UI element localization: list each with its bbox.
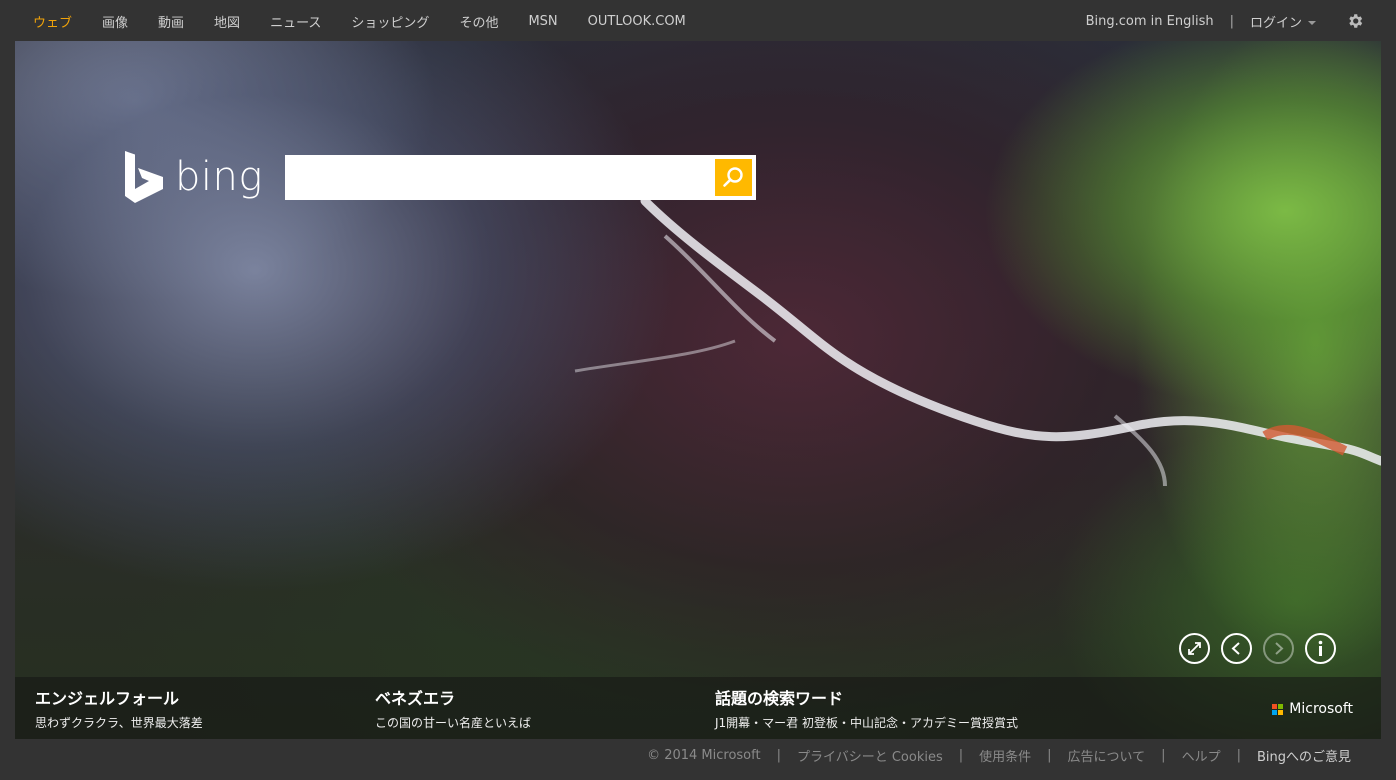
chevron-right-icon	[1275, 642, 1284, 655]
nav-item-shopping[interactable]: ショッピング	[351, 12, 429, 31]
chevron-left-icon	[1231, 642, 1240, 655]
caption-subtitle: J1開幕・マー君 初登板・中山記念・アカデミー賞授賞式	[715, 716, 1018, 730]
nav-item-maps[interactable]: 地図	[214, 12, 240, 31]
login-button[interactable]: ログイン	[1250, 12, 1316, 31]
image-controls	[1168, 633, 1336, 664]
footer-copyright: © 2014 Microsoft	[647, 748, 761, 763]
search-icon	[723, 167, 744, 187]
nav-item-more[interactable]: その他	[459, 12, 498, 31]
caption-trending[interactable]: 話題の検索ワード J1開幕・マー君 初登板・中山記念・アカデミー賞授賞式	[715, 685, 1018, 731]
search-box	[284, 154, 756, 200]
image-info-button[interactable]	[1305, 633, 1336, 664]
footer: © 2014 Microsoft | プライバシーと Cookies | 使用条…	[647, 746, 1351, 765]
fullscreen-button[interactable]	[1179, 633, 1210, 664]
login-label: ログイン	[1249, 15, 1302, 31]
nav-separator: |	[1229, 13, 1234, 29]
previous-image-button[interactable]	[1221, 633, 1252, 664]
nav-item-msn[interactable]: MSN	[528, 14, 557, 29]
expand-icon	[1188, 642, 1201, 655]
footer-link-advertise[interactable]: 広告について	[1068, 746, 1146, 765]
bing-logo-text: bing	[175, 154, 263, 200]
top-navigation: ウェブ 画像 動画 地図 ニュース ショッピング その他 MSN OUTLOOK…	[0, 0, 1396, 42]
caption-location[interactable]: ベネズエラ この国の甘ーい名産といえば	[375, 685, 531, 731]
caption-title: ベネズエラ	[375, 689, 456, 708]
footer-separator: |	[1047, 748, 1052, 763]
nav-item-videos[interactable]: 動画	[158, 12, 184, 31]
bing-logo[interactable]: bing	[123, 151, 263, 203]
bing-logo-icon	[125, 151, 163, 203]
search-area: bing	[123, 151, 756, 203]
info-icon	[1318, 640, 1323, 656]
caption-title: 話題の検索ワード	[715, 689, 844, 708]
nav-account: Bing.com in English | ログイン	[1086, 0, 1396, 42]
nav-item-images[interactable]: 画像	[102, 12, 128, 31]
caption-bar: エンジェルフォール 思わずクラクラ、世界最大落差 ベネズエラ この国の甘ーい名産…	[15, 677, 1381, 739]
search-input[interactable]	[284, 154, 715, 200]
microsoft-logo-text: Microsoft	[1289, 701, 1353, 717]
caption-subtitle: 思わずクラクラ、世界最大落差	[35, 716, 203, 730]
caption-subtitle: この国の甘ーい名産といえば	[375, 716, 532, 730]
microsoft-logo[interactable]: Microsoft	[1272, 701, 1353, 717]
footer-link-feedback[interactable]: Bingへのご意見	[1257, 746, 1351, 765]
english-link[interactable]: Bing.com in English	[1086, 14, 1214, 29]
nav-item-outlook[interactable]: OUTLOOK.COM	[588, 14, 686, 29]
footer-separator: |	[958, 748, 964, 763]
footer-link-terms[interactable]: 使用条件	[979, 746, 1031, 765]
footer-link-help[interactable]: ヘルプ	[1182, 746, 1221, 765]
footer-separator: |	[1236, 748, 1241, 763]
microsoft-logo-icon	[1272, 703, 1284, 715]
gear-icon[interactable]	[1346, 12, 1364, 30]
caption-title: エンジェルフォール	[35, 689, 180, 708]
footer-separator: |	[776, 748, 781, 763]
search-button[interactable]	[714, 158, 752, 196]
hero-background-image: bing エンジェルフォール 思わずクラクラ、世界最大落差 ベネズエラ この国の…	[15, 41, 1381, 739]
footer-separator: |	[1161, 748, 1166, 763]
next-image-button[interactable]	[1263, 633, 1294, 664]
nav-item-news[interactable]: ニュース	[270, 12, 321, 31]
footer-link-privacy[interactable]: プライバシーと Cookies	[797, 746, 943, 765]
caption-image-title[interactable]: エンジェルフォール 思わずクラクラ、世界最大落差	[35, 685, 203, 731]
chevron-down-icon	[1308, 21, 1316, 25]
nav-item-web[interactable]: ウェブ	[33, 12, 72, 31]
nav-scopes: ウェブ 画像 動画 地図 ニュース ショッピング その他 MSN OUTLOOK…	[0, 0, 716, 42]
